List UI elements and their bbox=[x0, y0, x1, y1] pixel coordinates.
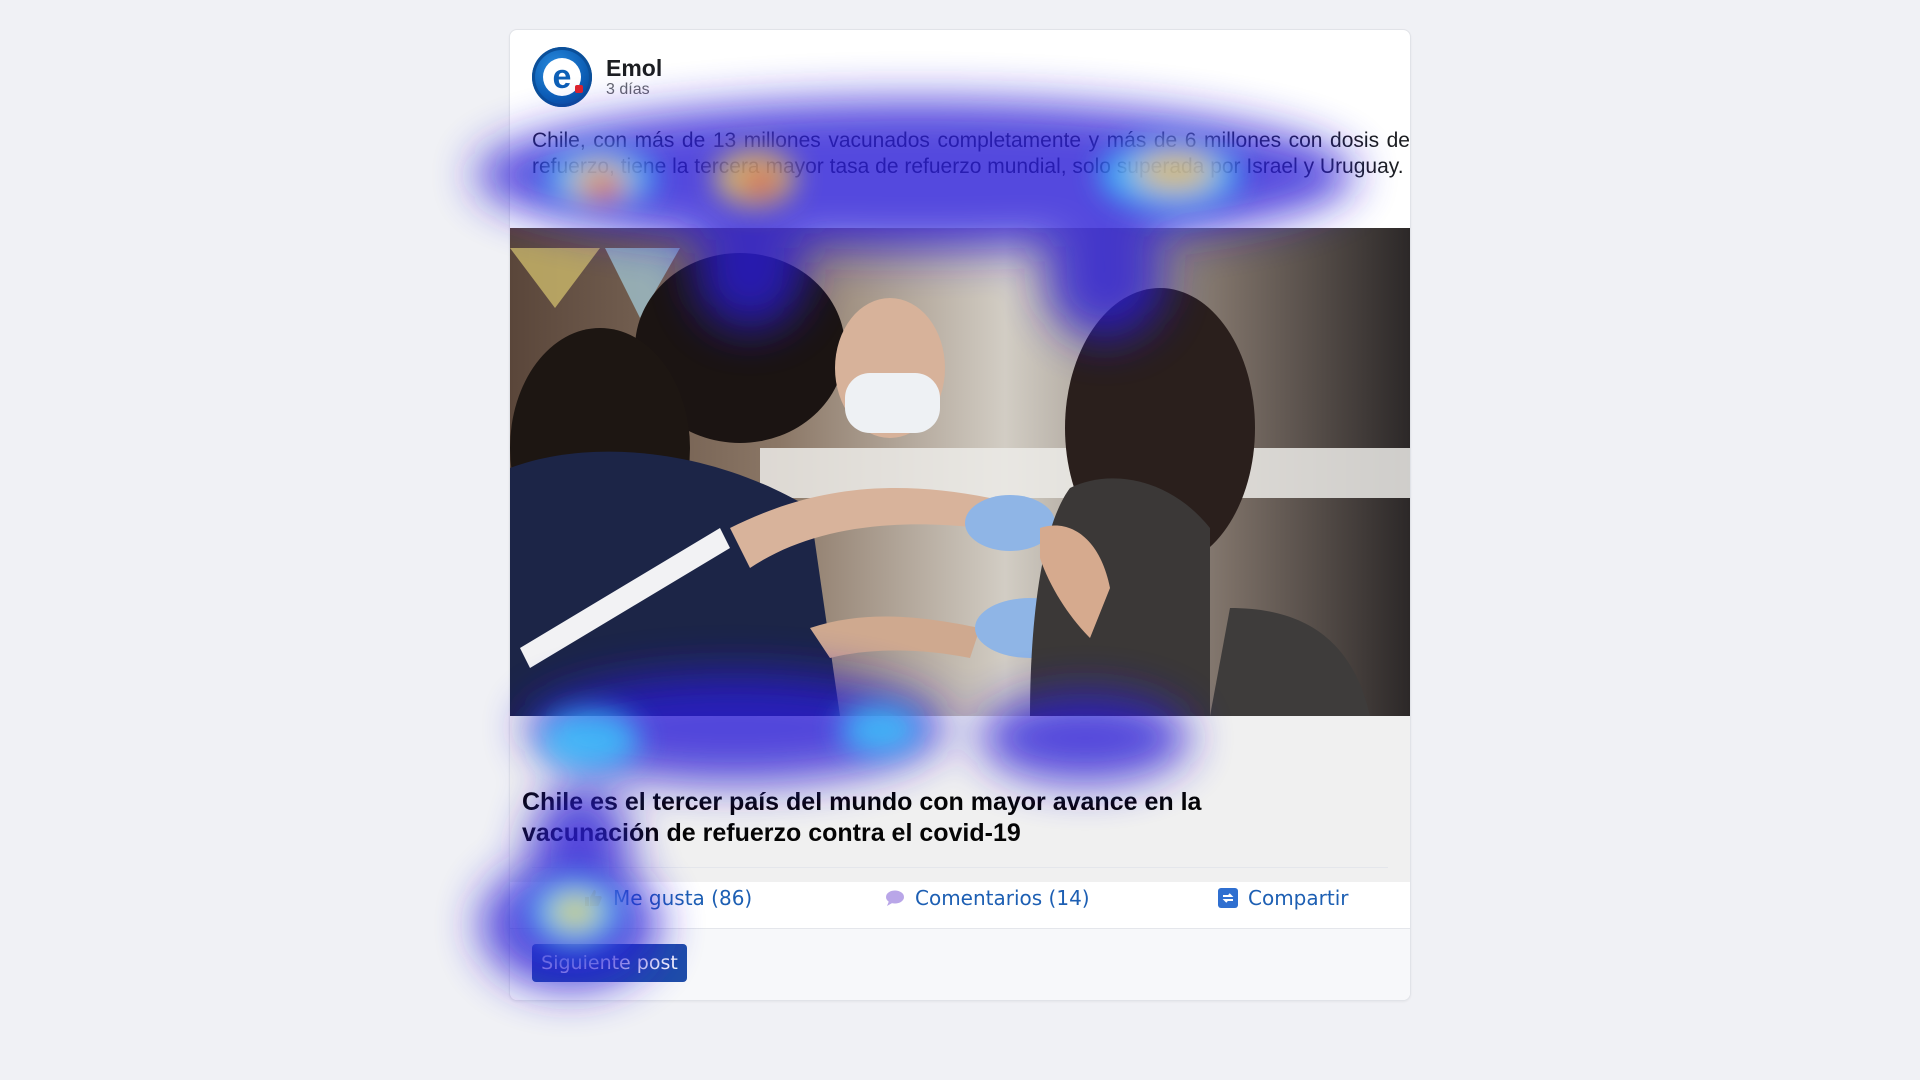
share-button[interactable]: Compartir bbox=[1218, 868, 1348, 928]
comment-button[interactable]: Comentarios (14) bbox=[885, 868, 1090, 928]
avatar[interactable]: e bbox=[532, 47, 592, 107]
post-card: e Emol 3 días Chile, con más de 13 millo… bbox=[509, 29, 1411, 1001]
author-block: Emol 3 días bbox=[606, 55, 662, 99]
comment-label: Comentarios (14) bbox=[915, 886, 1090, 910]
post-image[interactable] bbox=[510, 228, 1410, 716]
link-preview[interactable]: Chile es el tercer país del mundo con ma… bbox=[510, 716, 1410, 882]
share-label: Compartir bbox=[1248, 886, 1349, 910]
vaccination-photo bbox=[510, 228, 1410, 716]
post-timestamp: 3 días bbox=[606, 81, 650, 98]
author-name[interactable]: Emol bbox=[606, 55, 662, 81]
like-button[interactable]: Me gusta (86) bbox=[583, 868, 752, 928]
post-header: e Emol 3 días bbox=[532, 46, 662, 108]
link-title[interactable]: Chile es el tercer país del mundo con ma… bbox=[522, 787, 1322, 849]
next-post-button[interactable]: Siguiente post bbox=[532, 944, 687, 982]
action-bar: Me gusta (86) Comentarios (14) Compartir bbox=[510, 868, 1410, 928]
post-footer: Siguiente post bbox=[510, 928, 1410, 1000]
thumbs-up-icon bbox=[583, 888, 603, 908]
share-icon bbox=[1218, 888, 1238, 908]
speech-bubble-icon bbox=[885, 889, 905, 907]
post-text: Chile, con más de 13 millones vacunados … bbox=[532, 129, 1410, 178]
like-label: Me gusta (86) bbox=[613, 886, 753, 910]
avatar-logo-dot bbox=[575, 85, 583, 93]
